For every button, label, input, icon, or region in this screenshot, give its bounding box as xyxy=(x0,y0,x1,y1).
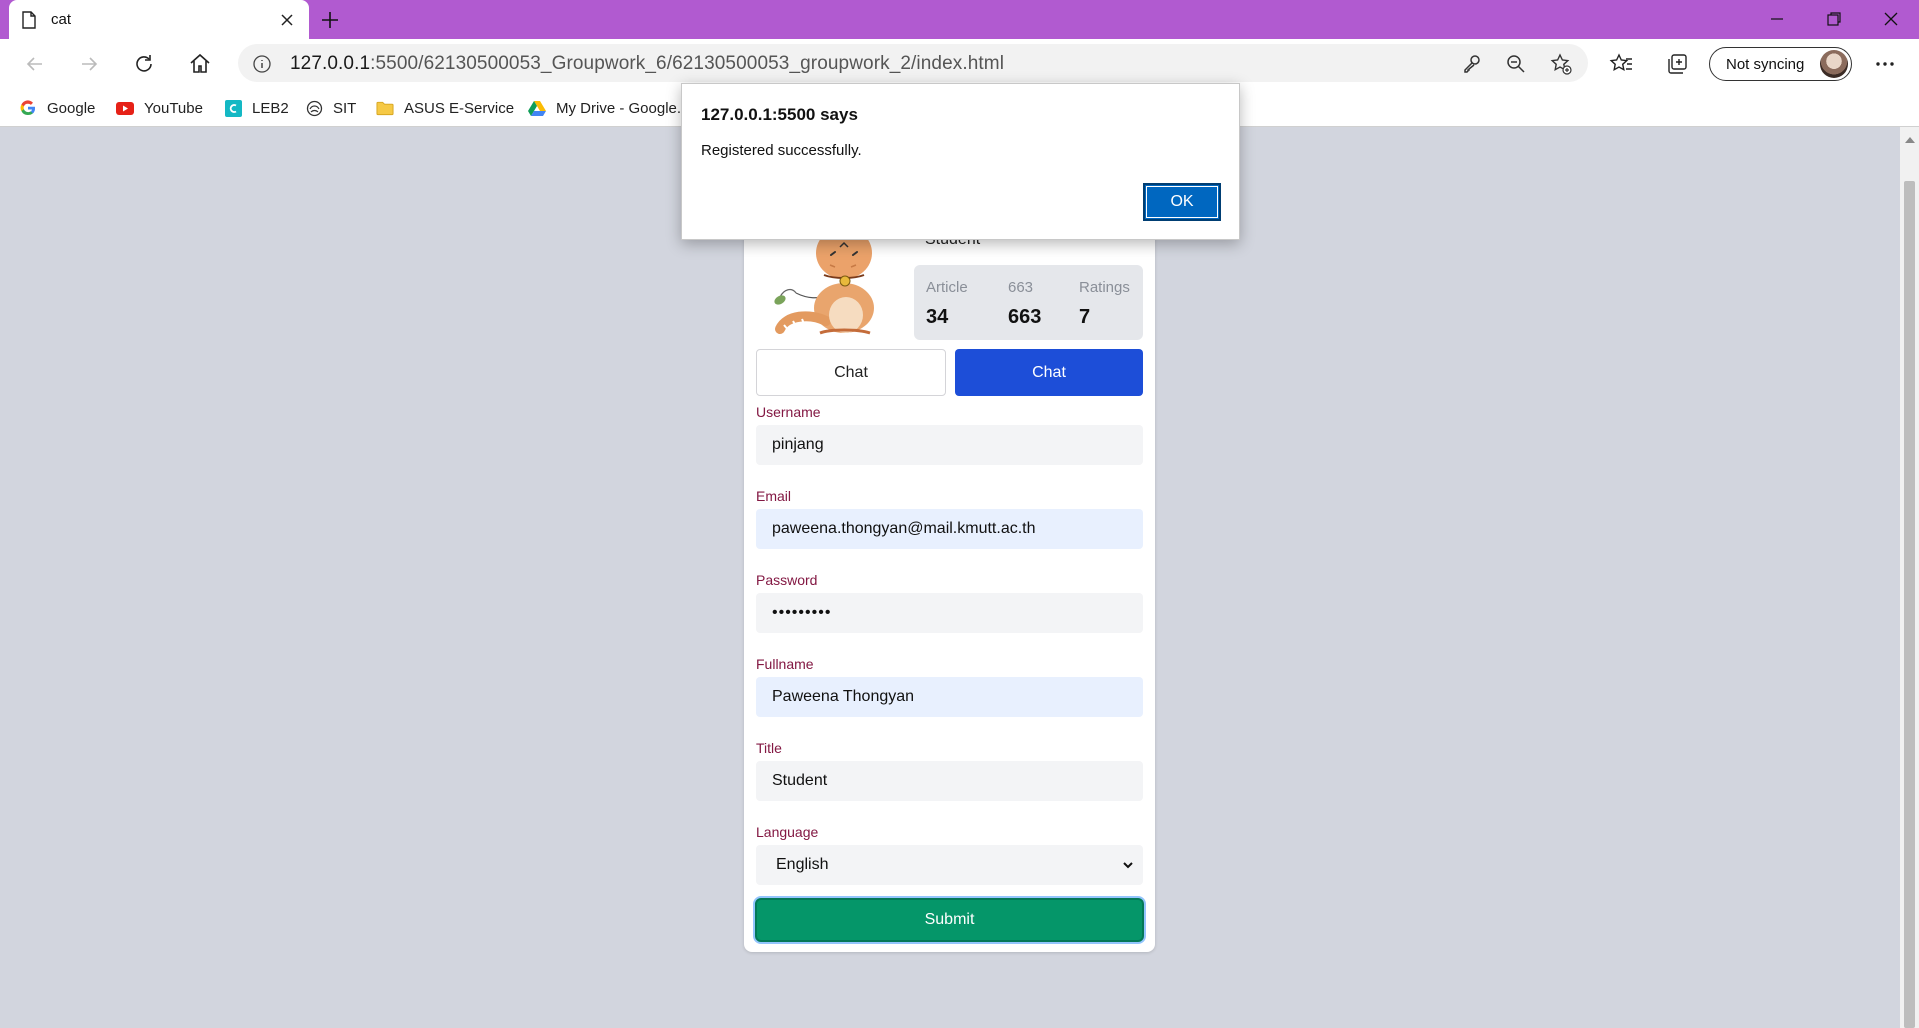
fullname-label: Fullname xyxy=(756,656,814,672)
restore-icon[interactable] xyxy=(1822,7,1846,31)
youtube-icon xyxy=(116,99,134,117)
stat-value: 663 xyxy=(1008,306,1042,328)
stat-value: 34 xyxy=(926,306,949,328)
bookmark-label: Google xyxy=(47,99,96,117)
url-host: 127.0.0.1 xyxy=(290,53,371,74)
browser-tab[interactable]: cat xyxy=(9,0,309,39)
folder-icon xyxy=(376,99,394,117)
dialog-message: Registered successfully. xyxy=(701,142,862,159)
bookmark-label: SIT xyxy=(333,99,357,117)
title-field[interactable]: Student xyxy=(756,761,1143,801)
chat-button-primary[interactable]: Chat xyxy=(955,349,1143,396)
username-label: Username xyxy=(756,404,821,420)
tab-bar: cat xyxy=(0,0,1919,39)
fullname-field[interactable]: Paweena Thongyan xyxy=(756,677,1143,717)
password-field[interactable]: ••••••••• xyxy=(756,593,1143,633)
stat-label: Article xyxy=(926,279,968,296)
bookmark-youtube[interactable]: YouTube xyxy=(116,98,203,118)
forward-icon[interactable] xyxy=(76,51,102,77)
close-tab-icon[interactable] xyxy=(277,10,297,30)
google-drive-icon xyxy=(528,99,546,117)
bookmark-label: ASUS E-Service xyxy=(404,99,515,117)
email-field[interactable]: paweena.thongyan@mail.kmutt.ac.th xyxy=(756,509,1143,549)
sync-label: Not syncing xyxy=(1726,55,1805,73)
stat-label: Ratings xyxy=(1079,279,1130,296)
language-select[interactable]: English xyxy=(756,845,1143,885)
submit-button[interactable]: Submit xyxy=(755,898,1144,942)
close-window-icon[interactable] xyxy=(1879,7,1903,31)
dialog-title: 127.0.0.1:5500 says xyxy=(701,105,858,124)
username-field[interactable]: pinjang xyxy=(756,425,1143,465)
minimize-icon[interactable] xyxy=(1765,7,1789,31)
password-label: Password xyxy=(756,572,818,588)
chat-button-outline[interactable]: Chat xyxy=(756,349,946,396)
stats-panel: Article 34 663 663 Ratings 7 xyxy=(914,265,1143,340)
stat-663: 663 663 xyxy=(1008,279,1041,329)
stat-label: 663 xyxy=(1008,279,1034,296)
address-row: 127.0.0.1:5500/62130500053_Groupwork_6/6… xyxy=(0,39,1919,89)
email-label: Email xyxy=(756,488,792,504)
google-icon xyxy=(19,99,37,117)
alert-dialog: 127.0.0.1:5500 says Registered successfu… xyxy=(681,83,1240,240)
key-icon[interactable] xyxy=(1460,52,1484,76)
collections-icon[interactable] xyxy=(1664,51,1690,77)
back-icon[interactable] xyxy=(22,51,48,77)
language-label: Language xyxy=(756,824,819,840)
bookmark-sit[interactable]: SIT xyxy=(305,98,356,118)
scroll-up-icon[interactable] xyxy=(1905,137,1915,143)
language-selected-value: English xyxy=(776,856,829,873)
page-icon xyxy=(21,10,37,29)
url-path: :5500/62130500053_Groupwork_6/6213050005… xyxy=(370,53,1005,74)
add-favorite-icon[interactable] xyxy=(1549,52,1573,76)
address-bar[interactable]: 127.0.0.1:5500/62130500053_Groupwork_6/6… xyxy=(238,44,1588,82)
leb2-icon xyxy=(224,99,242,117)
avatar xyxy=(1820,50,1848,78)
bookmark-leb2[interactable]: LEB2 xyxy=(224,98,289,118)
tab-title: cat xyxy=(51,11,72,28)
bookmark-google-drive[interactable]: My Drive - Google... xyxy=(528,98,689,118)
site-info-icon[interactable] xyxy=(252,54,272,74)
url-text: 127.0.0.1:5500/62130500053_Groupwork_6/6… xyxy=(290,53,1004,75)
more-menu-icon[interactable] xyxy=(1872,51,1898,77)
chevron-down-icon xyxy=(1121,858,1135,872)
stat-value: 7 xyxy=(1079,306,1091,328)
page-scrollbar[interactable] xyxy=(1900,127,1919,1028)
profile-sync-button[interactable]: Not syncing xyxy=(1709,47,1852,81)
bookmark-asus[interactable]: ASUS E-Service xyxy=(376,98,514,118)
scrollbar-thumb[interactable] xyxy=(1904,181,1915,1028)
bookmark-label: LEB2 xyxy=(252,99,289,117)
bookmark-label: YouTube xyxy=(144,99,203,117)
cat-illustration xyxy=(766,225,896,340)
stat-ratings: Ratings 7 xyxy=(1079,279,1130,329)
home-icon[interactable] xyxy=(187,51,213,77)
refresh-icon[interactable] xyxy=(131,51,157,77)
bookmark-label: My Drive - Google... xyxy=(556,99,690,117)
bookmark-google[interactable]: Google xyxy=(19,98,95,118)
favorites-icon[interactable] xyxy=(1609,51,1635,77)
sit-icon xyxy=(305,99,323,117)
stat-article: Article 34 xyxy=(926,279,968,329)
new-tab-icon[interactable] xyxy=(318,8,342,32)
dialog-ok-button[interactable]: OK xyxy=(1143,183,1221,221)
zoom-out-icon[interactable] xyxy=(1504,52,1528,76)
title-label: Title xyxy=(756,740,782,756)
